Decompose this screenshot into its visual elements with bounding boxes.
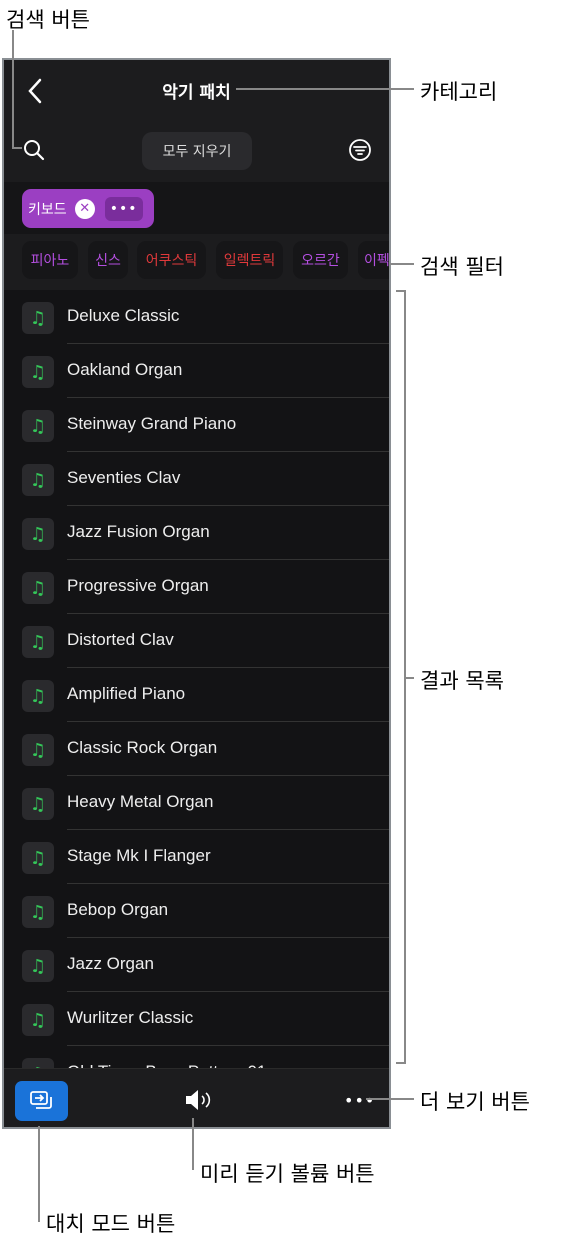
results-list[interactable]: ♫ Deluxe Classic ♫ Oakland Organ ♫ Steinway G… [4,290,389,1100]
music-note-icon: ♫ [22,1004,54,1036]
filter-piano[interactable]: 피아노 [22,241,78,279]
search-filter-bar: 피아노 신스 어쿠스틱 일렉트릭 오르간 이펙 [4,234,389,290]
music-note-icon: ♫ [22,464,54,496]
result-row[interactable]: ♫ Seventies Clav [4,452,389,506]
filter-acoustic[interactable]: 어쿠스틱 [137,241,206,279]
result-row[interactable]: ♫ Stage Mk I Flanger [4,830,389,884]
music-note-icon: ♫ [22,302,54,334]
result-name: Amplified Piano [67,684,186,703]
music-note-icon: ♫ [22,410,54,442]
result-name: Wurlitzer Classic [67,1008,194,1027]
music-note-icon: ♫ [22,518,54,550]
result-row[interactable]: ♫ Oakland Organ [4,344,389,398]
category-chip-keyboard[interactable]: 키보드 ✕ ••• [22,189,154,228]
more-button[interactable]: ••• [344,1091,375,1110]
music-note-icon: ♫ [22,896,54,928]
music-note-icon: ♫ [22,788,54,820]
result-row[interactable]: ♫ Distorted Clav [4,614,389,668]
callout-more-button: 더 보기 버튼 [420,1090,530,1114]
result-row[interactable]: ♫ Amplified Piano [4,668,389,722]
result-row[interactable]: ♫ Steinway Grand Piano [4,398,389,452]
replace-mode-icon [29,1091,52,1109]
chip-more-button[interactable]: ••• [104,196,143,221]
callout-replace-mode: 대치 모드 버튼 [46,1212,176,1236]
music-note-icon: ♫ [22,680,54,712]
result-row[interactable]: ♫ Jazz Fusion Organ [4,506,389,560]
instrument-patch-panel: 악기 패치 모두 지우기 키보드 ✕ ••• 피아노 신스 어쿠스틱 일렉트릭 … [2,58,391,1129]
speaker-volume-icon[interactable] [184,1087,214,1113]
filter-icon[interactable] [348,138,372,162]
callout-results-list: 결과 목록 [420,669,504,693]
callout-line [390,263,414,265]
callout-line [38,1126,40,1222]
result-name: Deluxe Classic [67,306,180,325]
music-note-icon: ♫ [22,734,54,766]
result-row[interactable]: ♫ Progressive Organ [4,560,389,614]
callout-bracket [396,1062,406,1064]
result-name: Progressive Organ [67,576,209,595]
result-name: Stage Mk I Flanger [67,846,211,865]
result-row[interactable]: ♫ Deluxe Classic [4,290,389,344]
chip-label: 키보드 [28,201,67,218]
result-name: Heavy Metal Organ [67,792,214,811]
bottom-toolbar: ••• [4,1068,389,1127]
result-row[interactable]: ♫ Heavy Metal Organ [4,776,389,830]
header: 악기 패치 모두 지우기 [4,60,389,182]
callout-line [404,677,414,679]
result-name: Bebop Organ [67,900,169,919]
callout-preview-volume: 미리 듣기 볼륨 버튼 [200,1162,375,1186]
callout-category: 카테고리 [420,80,498,104]
callout-line [366,1098,414,1100]
callout-search-filter: 검색 필터 [420,255,504,279]
callout-line [192,1118,194,1170]
result-name: Distorted Clav [67,630,174,649]
search-icon[interactable] [22,138,46,162]
music-note-icon: ♫ [22,950,54,982]
result-row[interactable]: ♫ Jazz Organ [4,938,389,992]
result-name: Jazz Fusion Organ [67,522,210,541]
result-name: Steinway Grand Piano [67,414,237,433]
result-row[interactable]: ♫ Wurlitzer Classic [4,992,389,1046]
result-name: Classic Rock Organ [67,738,218,757]
selected-category-row: 키보드 ✕ ••• [4,182,389,234]
callout-line [12,30,14,149]
result-row[interactable]: ♫ Classic Rock Organ [4,722,389,776]
result-name: Seventies Clav [67,468,181,487]
filter-electric[interactable]: 일렉트릭 [216,241,283,279]
callout-line [236,88,414,90]
remove-chip-icon[interactable]: ✕ [74,198,95,219]
callout-line [12,147,22,149]
result-name: Jazz Organ [67,954,154,973]
result-row[interactable]: ♫ Bebop Organ [4,884,389,938]
clear-all-button[interactable]: 모두 지우기 [142,132,252,170]
page-title: 악기 패치 [162,83,231,103]
filter-effect[interactable]: 이펙 [358,241,389,279]
result-name: Oakland Organ [67,360,183,379]
callout-search-button: 검색 버튼 [6,8,90,32]
music-note-icon: ♫ [22,842,54,874]
filter-organ[interactable]: 오르간 [293,241,348,279]
music-note-icon: ♫ [22,572,54,604]
music-note-icon: ♫ [22,356,54,388]
replace-mode-button[interactable] [15,1081,68,1121]
music-note-icon: ♫ [22,626,54,658]
filter-synth[interactable]: 신스 [88,241,128,279]
